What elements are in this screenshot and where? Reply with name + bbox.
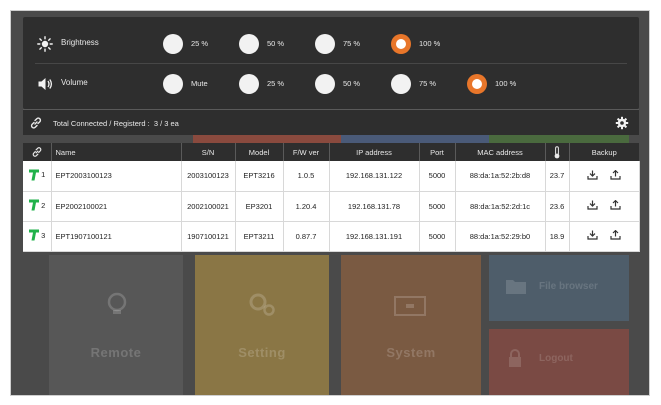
tile-logout[interactable]: Logout <box>489 329 629 395</box>
cell-model: EPT3211 <box>235 221 284 252</box>
radio-button[interactable] <box>163 34 183 54</box>
lock-icon <box>507 349 523 369</box>
cell-backup <box>569 191 640 222</box>
tile-remote-label: Remote <box>90 345 142 360</box>
table-row[interactable]: 3 EPT1907100121 1907100121 EPT3211 0.87.… <box>23 221 640 252</box>
cell-temp: 23.6 <box>545 191 570 222</box>
download-icon[interactable] <box>583 170 603 182</box>
radio-button[interactable] <box>239 74 259 94</box>
status-cell: 3 <box>23 221 52 252</box>
link-icon <box>32 147 42 157</box>
brightness-label: Brightness <box>61 38 99 47</box>
header-port[interactable]: Port <box>419 143 456 161</box>
app-window: Remote Setting System File browser Logou… <box>10 10 650 396</box>
control-panel: Brightness 25 % 50 % 75 % 100 % Volume M… <box>23 17 639 109</box>
radio-button[interactable] <box>315 34 335 54</box>
connection-status-bar: Total Connected / Registerd : 3 / 3 ea <box>23 109 639 135</box>
cell-mac: 88:da:1a:52:2b:d8 <box>455 161 546 192</box>
tile-setting[interactable]: Setting <box>195 255 329 395</box>
connected-count: 3 / 3 ea <box>153 119 179 128</box>
cell-port: 5000 <box>419 161 456 192</box>
link-icon <box>29 116 43 130</box>
tile-file-browser[interactable]: File browser <box>489 255 629 321</box>
download-icon[interactable] <box>583 200 603 212</box>
table-header-row: Name S/N Model F/W ver IP address Port M… <box>23 143 639 161</box>
cell-sn: 1907100121 <box>181 221 236 252</box>
volume-label: Volume <box>61 78 88 87</box>
table-row[interactable]: 1 EPT2003100123 2003100123 EPT3216 1.0.5… <box>23 161 640 192</box>
status-cell: 2 <box>23 191 52 222</box>
divider <box>35 63 627 64</box>
cell-ip: 192.168.131.122 <box>329 161 420 192</box>
radio-button-selected[interactable] <box>391 34 411 54</box>
header-name[interactable]: Name <box>51 143 182 161</box>
row-index: 2 <box>41 200 46 210</box>
cell-model: EP3201 <box>235 191 284 222</box>
device-connected-icon <box>29 229 40 241</box>
cell-port: 5000 <box>419 221 456 252</box>
gear-icon[interactable] <box>615 116 629 130</box>
radio-button-selected[interactable] <box>467 74 487 94</box>
device-table: Name S/N Model F/W ver IP address Port M… <box>23 143 640 252</box>
cell-name: EPT2003100123 <box>51 161 182 192</box>
upload-icon[interactable] <box>605 199 625 212</box>
cell-ip: 192.168.131.191 <box>329 221 420 252</box>
cell-port: 5000 <box>419 191 456 222</box>
radio-button[interactable] <box>163 74 183 94</box>
cell-ip: 192.168.131.78 <box>329 191 420 222</box>
tile-setting-label: Setting <box>238 345 286 360</box>
header-fw[interactable]: F/W ver <box>283 143 330 161</box>
cell-mac: 88:da:1a:52:2d:1c <box>455 191 546 222</box>
cell-fw: 1.20.4 <box>283 191 330 222</box>
radio-button[interactable] <box>315 74 335 94</box>
header-status <box>23 143 52 161</box>
table-row[interactable]: 2 EP2002100021 2002100021 EP3201 1.20.4 … <box>23 191 640 222</box>
cell-sn: 2003100123 <box>181 161 236 192</box>
download-icon[interactable] <box>583 230 603 242</box>
cell-model: EPT3216 <box>235 161 284 192</box>
tile-system[interactable]: System <box>341 255 481 395</box>
cell-backup <box>569 221 640 252</box>
tile-logout-label: Logout <box>539 353 573 364</box>
cell-name: EPT1907100121 <box>51 221 182 252</box>
speaker-icon <box>37 76 53 92</box>
tile-file-browser-label: File browser <box>539 281 598 292</box>
connected-summary: Total Connected / Registerd : 3 / 3 ea <box>53 119 179 128</box>
cell-mac: 88:da:1a:52:29:b0 <box>455 221 546 252</box>
gears-icon <box>247 291 277 317</box>
cell-backup <box>569 161 640 192</box>
lightbulb-icon <box>104 291 130 317</box>
cell-fw: 1.0.5 <box>283 161 330 192</box>
device-connected-icon <box>29 199 40 211</box>
row-index: 1 <box>41 170 46 180</box>
brightness-row: Brightness 25 % 50 % 75 % 100 % <box>23 25 639 63</box>
cell-sn: 2002100021 <box>181 191 236 222</box>
cell-temp: 23.7 <box>545 161 570 192</box>
header-temp <box>545 143 570 161</box>
upload-icon[interactable] <box>605 229 625 242</box>
cell-name: EP2002100021 <box>51 191 182 222</box>
cell-temp: 18.9 <box>545 221 570 252</box>
header-sn[interactable]: S/N <box>181 143 236 161</box>
thermometer-icon <box>554 145 560 158</box>
radio-button[interactable] <box>391 74 411 94</box>
header-backup: Backup <box>569 143 639 161</box>
row-index: 3 <box>41 230 46 240</box>
folder-icon <box>505 277 527 295</box>
radio-button[interactable] <box>239 34 259 54</box>
monitor-icon <box>393 295 427 319</box>
cell-fw: 0.87.7 <box>283 221 330 252</box>
volume-row: Volume Mute 25 % 50 % 75 % 100 % <box>23 65 639 103</box>
tile-remote[interactable]: Remote <box>49 255 183 395</box>
connected-label: Total Connected / Registerd : <box>53 119 150 128</box>
upload-icon[interactable] <box>605 169 625 182</box>
sun-icon <box>37 36 53 52</box>
header-ip[interactable]: IP address <box>329 143 420 161</box>
tile-system-label: System <box>386 345 436 360</box>
device-connected-icon <box>29 169 40 181</box>
header-mac[interactable]: MAC address <box>455 143 546 161</box>
status-cell: 1 <box>23 161 52 192</box>
header-model[interactable]: Model <box>235 143 284 161</box>
